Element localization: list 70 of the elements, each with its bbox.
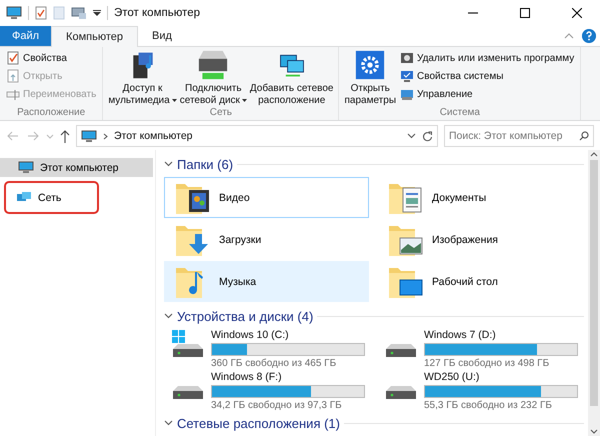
sidebar-item[interactable]: Этот компьютер — [0, 158, 153, 177]
group-label: Система — [438, 107, 481, 120]
section-header: Сетевые расположения (1) — [177, 416, 340, 430]
file-menu-tab[interactable]: Файл — [0, 26, 52, 46]
ribbon-button[interactable]: Подключить сетевой диск — [178, 50, 248, 107]
address-path: Этот компьютер — [114, 130, 194, 142]
section-header: Устройства и диски (4) — [177, 308, 314, 324]
folder-item[interactable]: Рабочий стол — [377, 261, 582, 302]
rename-icon — [6, 87, 20, 101]
properties-icon[interactable] — [35, 6, 47, 20]
folder-item[interactable]: Музыка — [164, 261, 369, 302]
collapse-ribbon-icon[interactable] — [564, 33, 574, 39]
group-label: Сеть — [208, 107, 234, 120]
computer-icon[interactable] — [6, 6, 22, 20]
ribbon-button[interactable]: Доступ к мультимедиа — [107, 50, 178, 107]
scroll-down-icon[interactable] — [590, 428, 598, 436]
folder-item[interactable]: Изображения — [377, 219, 582, 260]
close-icon — [572, 8, 582, 18]
ribbon-button[interactable]: Добавить сетевое расположение — [248, 50, 334, 107]
monitor-icon[interactable] — [71, 6, 87, 20]
drive-name[interactable]: Windows 8 (F:) — [211, 371, 365, 383]
computer-icon — [18, 161, 34, 174]
manage-icon — [400, 87, 414, 101]
caret-icon — [172, 98, 177, 102]
help-icon[interactable] — [582, 29, 596, 43]
programs-icon — [400, 51, 414, 65]
free-space-text: 34,2 ГБ свободно из 97,3 ГБ — [211, 400, 343, 411]
scrollbar-thumb[interactable] — [590, 160, 598, 406]
scroll-up-icon[interactable] — [590, 150, 598, 158]
folder-item[interactable]: Документы — [377, 177, 582, 218]
free-space-text: 360 ГБ свободно из 465 ГБ — [211, 358, 338, 369]
address-bar[interactable]: Этот компьютер — [76, 125, 438, 147]
ribbon-button[interactable]: Удалить или изменить программу — [398, 50, 576, 66]
chevron-down-icon[interactable] — [164, 420, 173, 426]
section-header: Папки (6) — [177, 156, 234, 172]
ribbon-button[interactable]: Управление — [398, 86, 576, 102]
maximize-icon — [520, 8, 530, 18]
window-title: Этот компьютер — [114, 7, 201, 19]
check-icon — [6, 51, 20, 65]
chevron-icon — [103, 132, 108, 140]
ribbon-tab[interactable]: Вид — [138, 26, 186, 46]
network-icon — [16, 191, 32, 204]
drive-name[interactable]: Windows 7 (D:) — [424, 329, 578, 341]
up-arrow-icon[interactable] — [60, 130, 70, 142]
open-icon — [6, 69, 20, 83]
free-space-text: 127 ГБ свободно из 498 ГБ — [424, 358, 550, 369]
ribbon-button[interactable]: Открыть параметры — [343, 50, 398, 107]
drive-name[interactable]: WD250 (U:) — [424, 371, 578, 383]
gear-icon — [355, 50, 386, 80]
drive-icon — [198, 50, 228, 80]
computer-icon — [81, 130, 97, 142]
chevron-down-icon[interactable] — [407, 133, 416, 139]
free-space-text: 55,3 ГБ свободно из 232 ГБ — [424, 400, 553, 411]
chevron-down-icon[interactable] — [164, 161, 173, 167]
system-icon — [400, 69, 414, 83]
caret-icon — [242, 98, 247, 102]
chevron-down-icon[interactable] — [164, 313, 173, 319]
refresh-icon[interactable] — [422, 130, 433, 142]
drive-name[interactable]: Windows 10 (C:) — [211, 329, 365, 341]
search-icon — [579, 131, 589, 141]
minimize-icon — [468, 12, 478, 14]
sidebar-item[interactable]: Сеть — [4, 181, 99, 214]
search-field[interactable]: Поиск: Этот компьютер — [444, 125, 594, 147]
dropdown-icon[interactable] — [93, 9, 101, 17]
group-label: Расположение — [16, 107, 86, 120]
folder-item[interactable]: Загрузки — [164, 219, 369, 260]
ribbon-button[interactable]: Свойства системы — [398, 68, 576, 84]
ribbon-button[interactable]: Свойства — [4, 50, 98, 66]
ribbon-tab[interactable]: Компьютер — [51, 26, 138, 47]
folder-item[interactable]: Видео — [164, 177, 369, 218]
